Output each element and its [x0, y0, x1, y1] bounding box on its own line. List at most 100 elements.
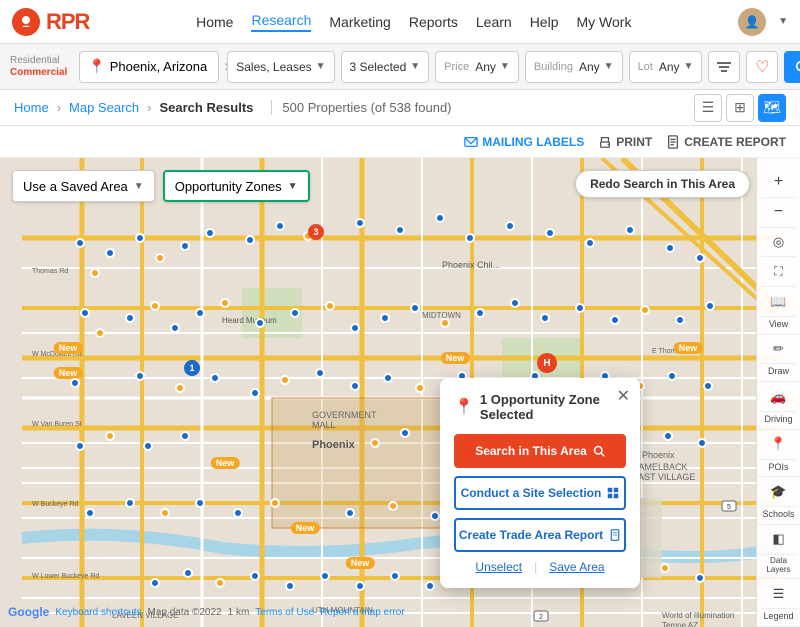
property-dot[interactable] — [355, 581, 365, 591]
property-dot[interactable] — [95, 328, 105, 338]
property-dot[interactable] — [510, 298, 520, 308]
zoom-in-button[interactable]: + — [761, 168, 797, 198]
zoom-out-button[interactable]: − — [761, 198, 797, 228]
property-dot[interactable] — [415, 383, 425, 393]
property-dot[interactable] — [150, 301, 160, 311]
popup-close-button[interactable]: ✕ — [617, 386, 630, 406]
building-filter[interactable]: Building Any ▼ — [525, 51, 623, 83]
property-dot[interactable] — [280, 375, 290, 385]
property-dot[interactable] — [125, 313, 135, 323]
property-dot[interactable] — [665, 243, 675, 253]
opportunity-zone-dropdown[interactable]: Opportunity Zones ▼ — [163, 170, 310, 202]
property-dot[interactable] — [675, 315, 685, 325]
property-dot[interactable] — [625, 225, 635, 235]
site-selection-button[interactable]: Conduct a Site Selection — [454, 476, 626, 510]
property-dot[interactable] — [105, 248, 115, 258]
save-area-link[interactable]: Save Area — [549, 560, 604, 574]
location-input[interactable] — [110, 59, 220, 74]
nav-help[interactable]: Help — [530, 14, 559, 30]
property-dot[interactable] — [640, 305, 650, 315]
property-dot[interactable] — [545, 228, 555, 238]
property-dot[interactable] — [150, 578, 160, 588]
data-layers-button[interactable]: ◧ — [761, 525, 797, 555]
legend-button[interactable]: ☰ — [761, 579, 797, 609]
property-dot[interactable] — [465, 233, 475, 243]
property-dot[interactable] — [663, 431, 673, 441]
property-dot[interactable] — [75, 441, 85, 451]
redo-search-button[interactable]: Redo Search in This Area — [575, 170, 750, 198]
property-dot[interactable] — [505, 221, 515, 231]
search-in-area-button[interactable]: Search in This Area — [454, 434, 626, 468]
search-go-button[interactable] — [784, 51, 800, 83]
nav-mywork[interactable]: My Work — [576, 14, 631, 30]
new-listing-badge[interactable]: New — [54, 342, 83, 354]
nav-home[interactable]: Home — [196, 14, 233, 30]
new-listing-badge[interactable]: New — [346, 557, 375, 569]
print-button[interactable]: PRINT — [598, 135, 652, 149]
nav-research[interactable]: Research — [251, 12, 311, 32]
breadcrumb-home[interactable]: Home — [14, 100, 49, 115]
nav-reports[interactable]: Reports — [409, 14, 458, 30]
property-dot[interactable] — [215, 578, 225, 588]
property-dot[interactable] — [320, 571, 330, 581]
draw-button[interactable]: ✏ — [761, 335, 797, 365]
property-dot[interactable] — [160, 508, 170, 518]
property-dot[interactable] — [667, 371, 677, 381]
trade-area-button[interactable]: Create Trade Area Report — [454, 518, 626, 552]
property-dot[interactable] — [85, 508, 95, 518]
terms-link[interactable]: Terms of Use — [255, 607, 314, 618]
more-filters-button[interactable] — [708, 51, 740, 83]
property-dot[interactable] — [205, 228, 215, 238]
property-dot[interactable] — [355, 218, 365, 228]
property-dot[interactable] — [435, 213, 445, 223]
property-dot[interactable] — [325, 301, 335, 311]
property-dot[interactable] — [610, 315, 620, 325]
unselect-link[interactable]: Unselect — [475, 560, 522, 574]
map-view-button[interactable]: 🗺 — [758, 94, 786, 122]
lot-filter[interactable]: Lot Any ▼ — [629, 51, 703, 83]
property-dot[interactable] — [285, 581, 295, 591]
pois-button[interactable]: 📍 — [761, 430, 797, 460]
property-dot[interactable] — [275, 221, 285, 231]
property-dot[interactable] — [90, 268, 100, 278]
property-dot[interactable] — [697, 438, 707, 448]
property-dot[interactable] — [195, 498, 205, 508]
property-dot[interactable] — [410, 303, 420, 313]
create-report-button[interactable]: CREATE REPORT — [666, 135, 786, 149]
property-dot[interactable] — [388, 501, 398, 511]
property-dot[interactable] — [395, 225, 405, 235]
property-dot[interactable] — [180, 241, 190, 251]
nav-learn[interactable]: Learn — [476, 14, 512, 30]
new-listing-badge[interactable]: New — [291, 522, 320, 534]
property-dot[interactable] — [135, 233, 145, 243]
property-dot[interactable] — [135, 371, 145, 381]
property-dot[interactable] — [575, 303, 585, 313]
property-dot[interactable] — [290, 308, 300, 318]
property-dot[interactable] — [705, 301, 715, 311]
list-view-button[interactable]: ☰ — [694, 94, 722, 122]
res-com-toggle[interactable]: Residential Commercial — [10, 55, 67, 78]
report-error-link[interactable]: Report a map error — [320, 607, 404, 618]
property-dot[interactable] — [660, 563, 670, 573]
user-avatar[interactable]: 👤 — [738, 8, 766, 36]
breadcrumb-map-search[interactable]: Map Search — [69, 100, 139, 115]
property-dot[interactable] — [585, 238, 595, 248]
mailing-labels-button[interactable]: MAILING LABELS — [464, 135, 584, 149]
property-dot[interactable] — [125, 498, 135, 508]
locate-button[interactable]: ◎ — [761, 228, 797, 258]
keyboard-shortcuts-link[interactable]: Keyboard shortcuts — [55, 607, 141, 618]
property-dot[interactable] — [250, 571, 260, 581]
price-filter[interactable]: Price Any ▼ — [435, 51, 519, 83]
property-dot[interactable] — [370, 438, 380, 448]
property-dot[interactable] — [255, 318, 265, 328]
property-dot[interactable] — [270, 498, 280, 508]
nav-marketing[interactable]: Marketing — [329, 14, 390, 30]
property-dot[interactable] — [540, 313, 550, 323]
property-dot[interactable] — [250, 388, 260, 398]
property-dot[interactable] — [183, 568, 193, 578]
property-dot[interactable] — [695, 573, 705, 583]
new-listing-badge[interactable]: New — [441, 352, 470, 364]
property-dot[interactable] — [143, 441, 153, 451]
property-dot[interactable] — [220, 298, 230, 308]
property-dot[interactable] — [210, 373, 220, 383]
